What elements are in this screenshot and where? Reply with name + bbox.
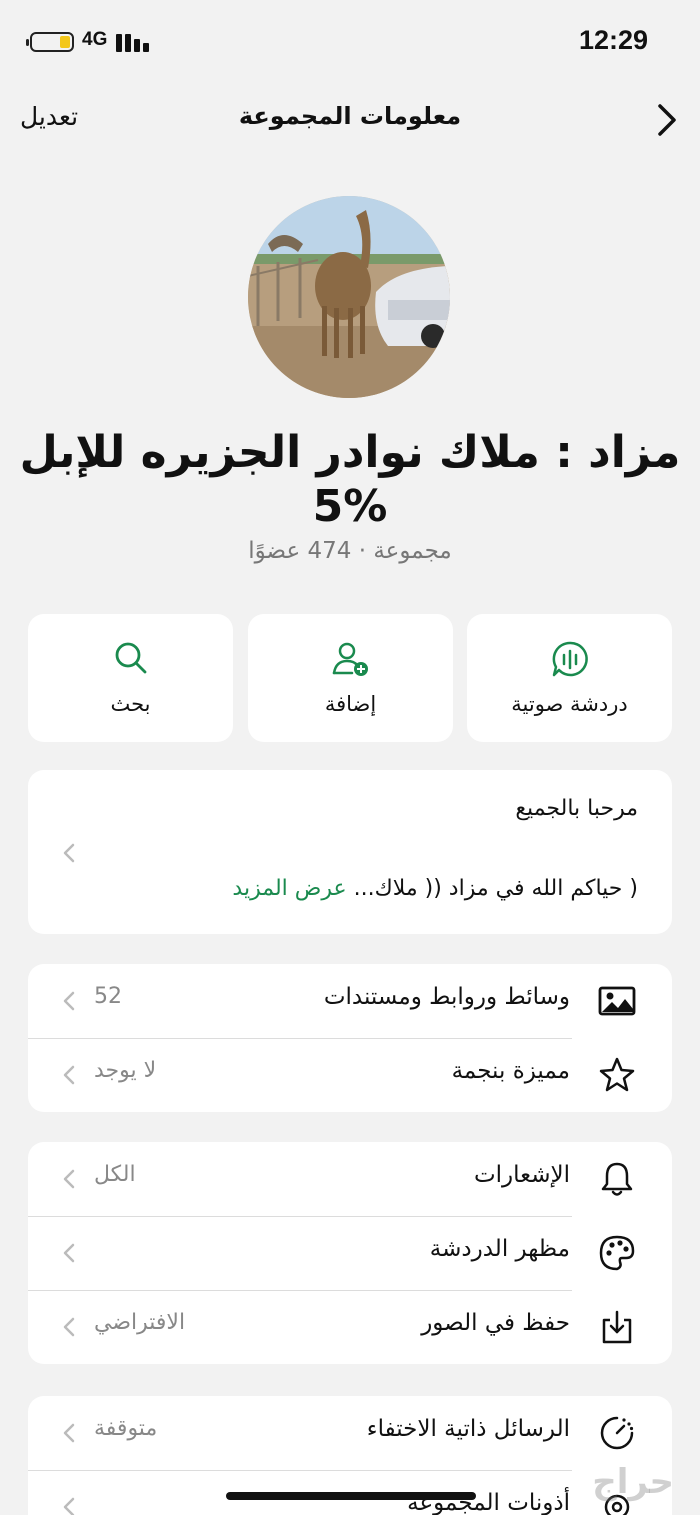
row-label: مميزة بنجمة [451,1058,570,1084]
group-name-suffix: 5% [312,481,388,532]
search-label: بحث [110,692,151,716]
description-title: مرحبا بالجميع [515,796,638,821]
chevron-left-icon [62,990,76,1012]
chevron-left-icon [62,842,76,864]
row-value: الكل [94,1162,136,1187]
row-label: حفظ في الصور [421,1310,570,1336]
voice-chat-label: دردشة صوتية [511,692,628,716]
timer-icon [598,1414,636,1452]
row-media-links-docs[interactable]: وسائط وروابط ومستندات 52 [28,964,672,1038]
chevron-left-icon [62,1422,76,1444]
group-name: مزاد : ملاك نوادر الجزيره للإبل [19,427,681,478]
add-member-button[interactable]: إضافة [248,614,453,742]
voice-chat-icon [551,640,589,678]
photo-icon [598,982,636,1020]
row-value: لا يوجد [94,1058,157,1083]
show-more-link[interactable]: عرض المزيد [232,876,346,901]
chevron-left-icon [62,1316,76,1338]
status-time: 12:29 [578,25,648,55]
back-chevron-icon[interactable] [652,100,682,140]
add-member-label: إضافة [324,692,377,716]
settings-section: الإشعارات الكل مظهر الدردشة حفظ في الصور… [28,1142,672,1364]
row-label: الرسائل ذاتية الاختفاء [366,1416,570,1442]
media-section: وسائط وروابط ومستندات 52 مميزة بنجمة لا … [28,964,672,1112]
row-label: الإشعارات [473,1162,570,1188]
voice-chat-button[interactable]: دردشة صوتية [467,614,672,742]
row-value: متوقفة [94,1416,158,1441]
page-title: معلومات المجموعة [238,102,462,130]
add-user-icon [332,640,370,678]
group-meta: مجموعة · 474 عضوًا [248,538,452,564]
bell-icon [598,1160,636,1198]
group-avatar[interactable] [248,196,450,398]
row-label: مظهر الدردشة [429,1236,570,1262]
row-label: وسائط وروابط ومستندات [323,984,570,1010]
save-download-icon [598,1308,636,1346]
status-bar: 4G 12:29 [0,0,700,90]
row-value: الافتراضي [94,1310,186,1335]
row-value: 52 [94,984,122,1009]
palette-icon [598,1234,636,1272]
signal-icon [116,30,152,52]
search-icon [112,640,150,678]
star-icon [598,1056,636,1094]
chevron-left-icon [62,1168,76,1190]
row-notifications[interactable]: الإشعارات الكل [28,1142,672,1216]
row-disappearing-messages[interactable]: الرسائل ذاتية الاختفاء متوقفة [28,1396,672,1470]
network-type: 4G [82,29,108,50]
row-save-to-photos[interactable]: حفظ في الصور الافتراضي [28,1290,672,1364]
watermark-logo: حراج [592,1462,674,1502]
chevron-left-icon [62,1496,76,1515]
chevron-left-icon [62,1064,76,1086]
nav-bar: تعديل معلومات المجموعة [0,90,700,150]
description-body: ( حياكم الله في مزاد (( ملاك... عرض المز… [232,876,638,901]
group-description[interactable]: مرحبا بالجميع ( حياكم الله في مزاد (( مل… [28,770,672,934]
home-indicator[interactable] [226,1492,476,1500]
description-text: ( حياكم الله في مزاد (( ملاك... [346,876,638,901]
battery-icon [26,32,74,52]
row-starred[interactable]: مميزة بنجمة لا يوجد [28,1038,672,1112]
search-button[interactable]: بحث [28,614,233,742]
row-chat-theme[interactable]: مظهر الدردشة [28,1216,672,1290]
chevron-left-icon [62,1242,76,1264]
